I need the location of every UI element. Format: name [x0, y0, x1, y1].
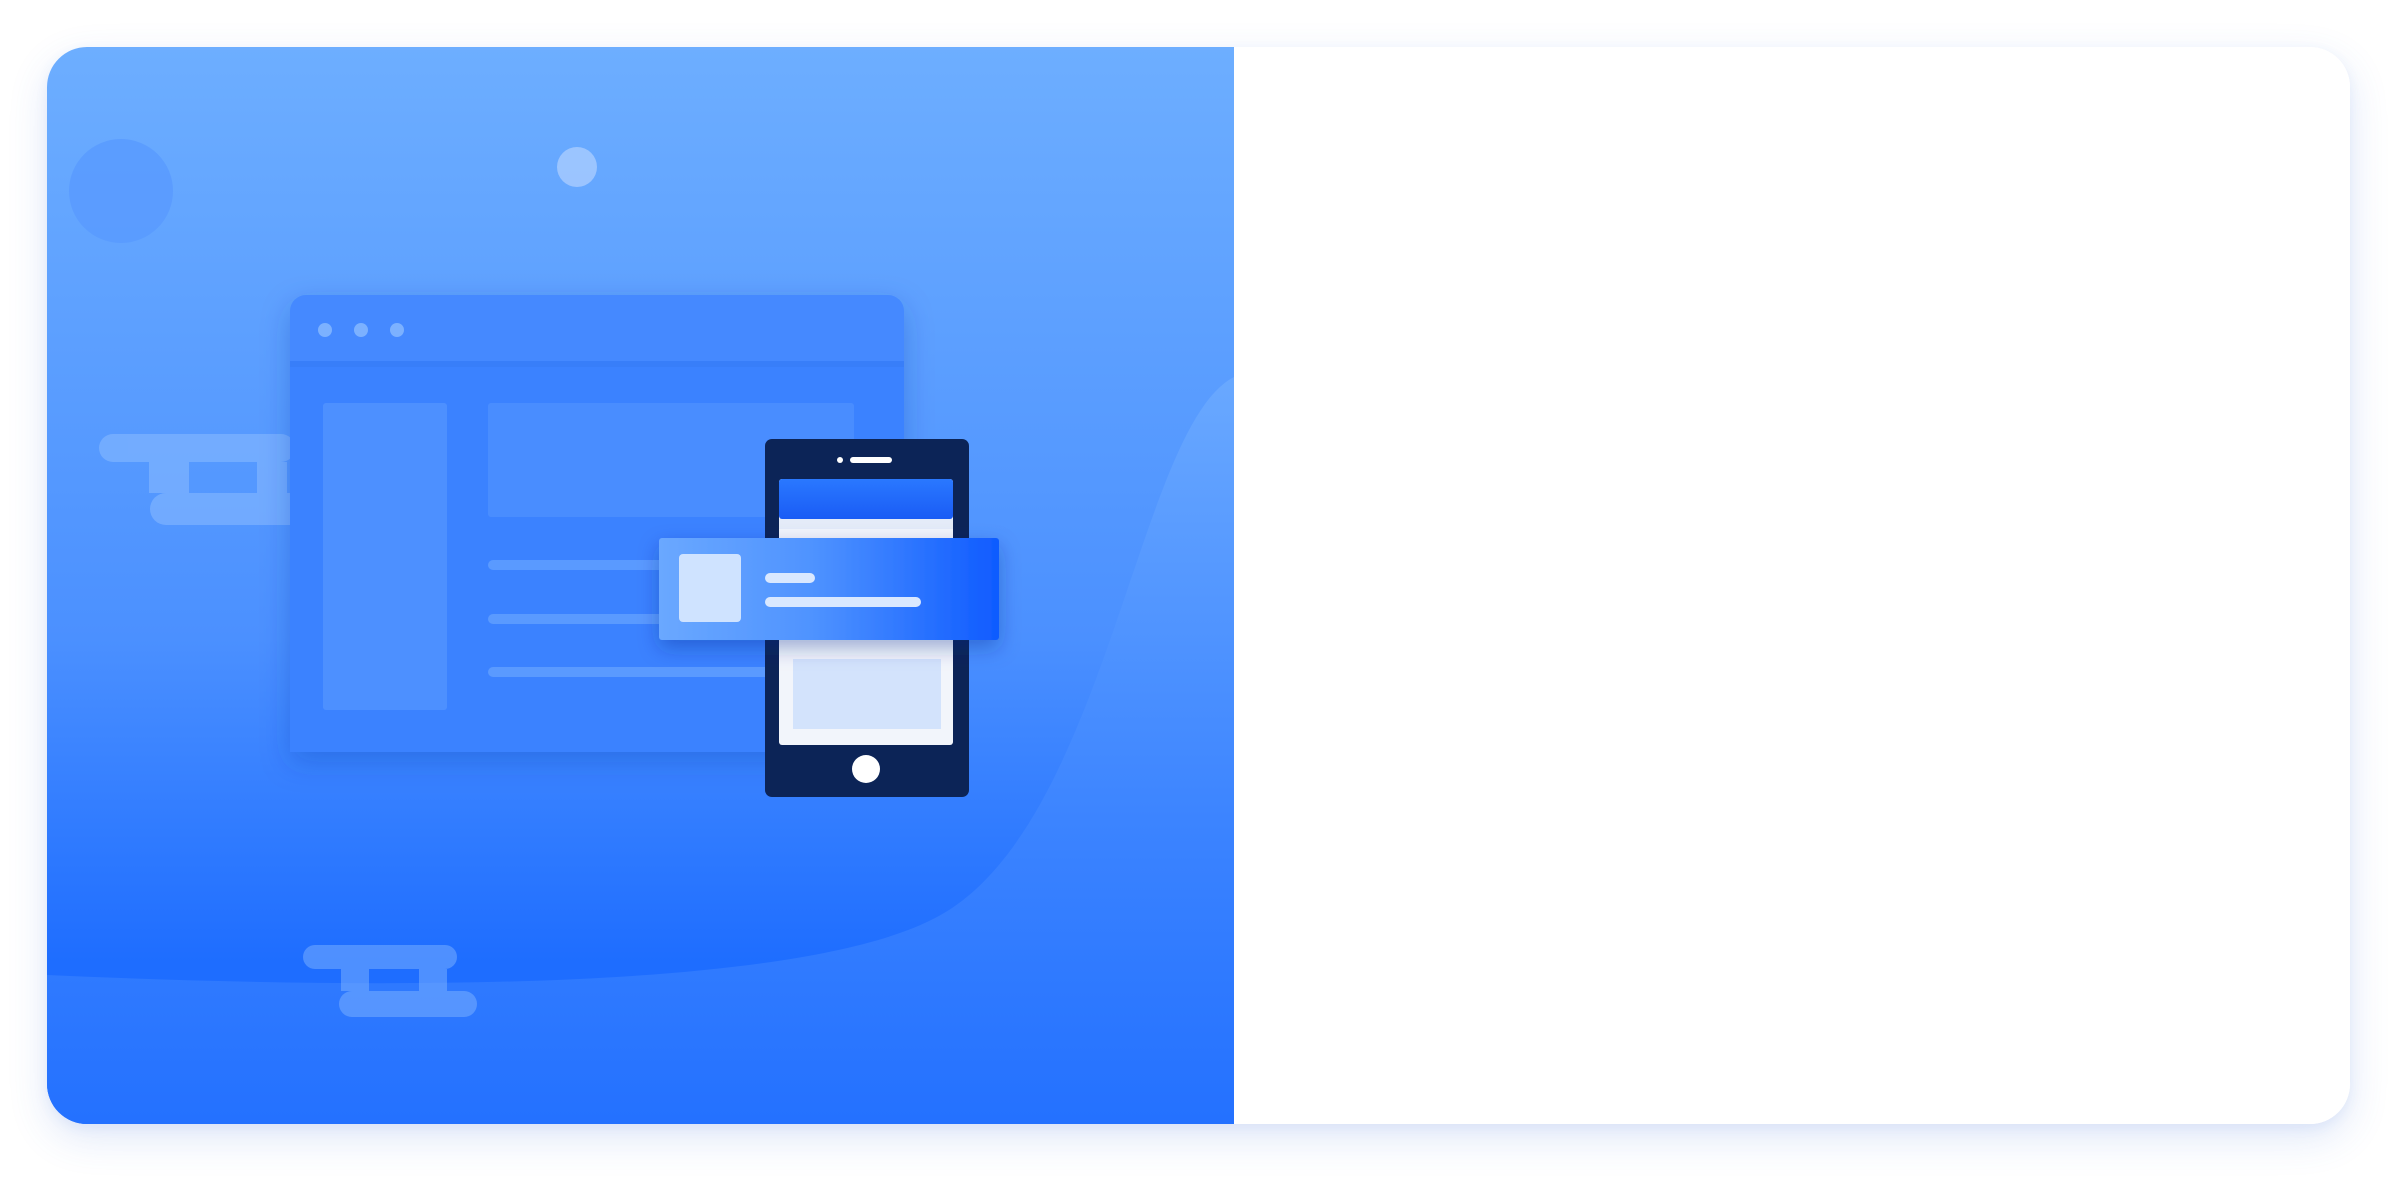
bubble-icon [557, 147, 597, 187]
login-card [47, 47, 2350, 1124]
illustration-panel [47, 47, 1234, 1124]
bubble-icon [69, 139, 173, 243]
content-panel [1234, 47, 2350, 1124]
hero-illustration [47, 47, 1234, 1124]
notification-card-icon [659, 538, 999, 640]
